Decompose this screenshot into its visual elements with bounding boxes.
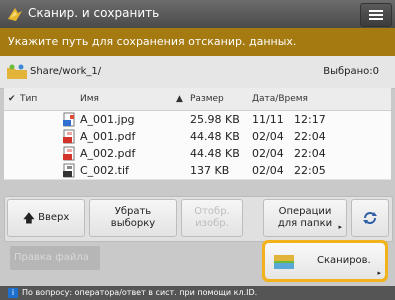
- scan-button-label: Сканиров.: [317, 255, 371, 266]
- file-list: ✔ Тип Имя ▲ Размер Дата/Время A_001.jpg …: [4, 88, 391, 180]
- pdf-file-icon: [63, 146, 75, 161]
- scan-button-face: Сканиров. ▸: [265, 243, 385, 279]
- hamburger-icon: [369, 10, 383, 20]
- folder-operations-line1: Операции: [278, 206, 332, 217]
- file-size: 44.48 KB: [190, 130, 240, 143]
- file-size: 25.98 KB: [190, 113, 240, 126]
- tif-file-icon: [63, 163, 75, 178]
- menu-button[interactable]: [360, 3, 392, 27]
- file-row[interactable]: C_002.tif 137 KB 02/04 22:05: [4, 162, 391, 180]
- sort-check-icon[interactable]: ✔: [8, 94, 16, 104]
- refresh-icon: [363, 212, 377, 224]
- selected-count: Выбрано:0: [323, 66, 379, 77]
- location-bar: Share/work_1/ Выбрано:0: [0, 56, 395, 89]
- file-list-header: ✔ Тип Имя ▲ Размер Дата/Время: [4, 88, 391, 111]
- column-name[interactable]: Имя: [80, 94, 99, 104]
- up-button[interactable]: 🡅 Вверх: [7, 199, 85, 237]
- file-date: 11/11: [252, 113, 284, 126]
- submenu-arrow-icon: ▸: [377, 269, 381, 277]
- jpg-file-icon: [63, 112, 75, 127]
- edit-file-label: Правка файла: [14, 252, 89, 263]
- file-date: 02/04: [252, 130, 284, 143]
- column-datetime[interactable]: Дата/Время: [252, 94, 308, 104]
- file-row[interactable]: A_002.pdf 44.48 KB 02/04 22:04: [4, 145, 391, 163]
- pdf-file-icon: [63, 129, 75, 144]
- file-time: 22:04: [294, 130, 326, 143]
- column-size[interactable]: Размер: [190, 94, 224, 104]
- status-text: По вопросу: оператора/ответ в сист. при …: [22, 288, 258, 297]
- scan-save-app-icon: [8, 8, 22, 21]
- clear-selection-button[interactable]: Убрать выборку: [89, 199, 177, 237]
- folder-operations-line2: для папки: [277, 218, 333, 229]
- up-arrow-icon: 🡅: [22, 211, 36, 225]
- title-bar: Сканир. и сохранить: [0, 0, 395, 28]
- file-row[interactable]: A_001.pdf 44.48 KB 02/04 22:04: [4, 128, 391, 146]
- display-image-line2: изобр.: [195, 218, 229, 229]
- file-size: 137 KB: [190, 164, 230, 177]
- file-name: A_001.pdf: [80, 130, 136, 143]
- display-image-line1: Отобр.: [194, 206, 230, 217]
- folder-toolbar: 🡅 Вверх Убрать выборку Отобр. изобр. Опе…: [4, 196, 393, 242]
- clear-selection-line2: выборку: [110, 218, 156, 229]
- file-name: A_001.jpg: [80, 113, 135, 126]
- up-button-label: Вверх: [38, 212, 70, 223]
- status-bar: i По вопросу: оператора/ответ в сист. пр…: [0, 286, 395, 300]
- network-folder-icon: [7, 64, 27, 79]
- file-date: 02/04: [252, 147, 284, 160]
- file-date: 02/04: [252, 164, 284, 177]
- edit-file-button[interactable]: Правка файла: [10, 246, 100, 270]
- file-name: C_002.tif: [80, 164, 129, 177]
- file-time: 12:17: [294, 113, 326, 126]
- column-type[interactable]: Тип: [20, 94, 37, 104]
- clear-selection-line1: Убрать: [114, 206, 152, 217]
- instruction-text: Укажите путь для сохранения отсканир. да…: [8, 35, 297, 48]
- file-name: A_002.pdf: [80, 147, 136, 160]
- file-row[interactable]: A_001.jpg 25.98 KB 11/11 12:17: [4, 111, 391, 129]
- action-area: Правка файла Сканиров. ▸: [4, 240, 391, 286]
- scan-button[interactable]: Сканиров. ▸: [262, 240, 388, 282]
- folder-operations-button[interactable]: Операции для папки ▸: [263, 199, 347, 237]
- instruction-banner: Укажите путь для сохранения отсканир. да…: [0, 28, 395, 56]
- window-title: Сканир. и сохранить: [28, 6, 160, 20]
- sort-ascending-icon: ▲: [176, 94, 183, 104]
- scanner-icon: [274, 255, 294, 269]
- submenu-arrow-icon: ▸: [338, 223, 342, 231]
- file-time: 22:04: [294, 147, 326, 160]
- current-path: Share/work_1/: [30, 66, 102, 77]
- file-size: 44.48 KB: [190, 147, 240, 160]
- info-icon: i: [8, 288, 18, 298]
- display-image-button[interactable]: Отобр. изобр.: [181, 199, 243, 237]
- file-time: 22:05: [294, 164, 326, 177]
- refresh-button[interactable]: [351, 199, 389, 237]
